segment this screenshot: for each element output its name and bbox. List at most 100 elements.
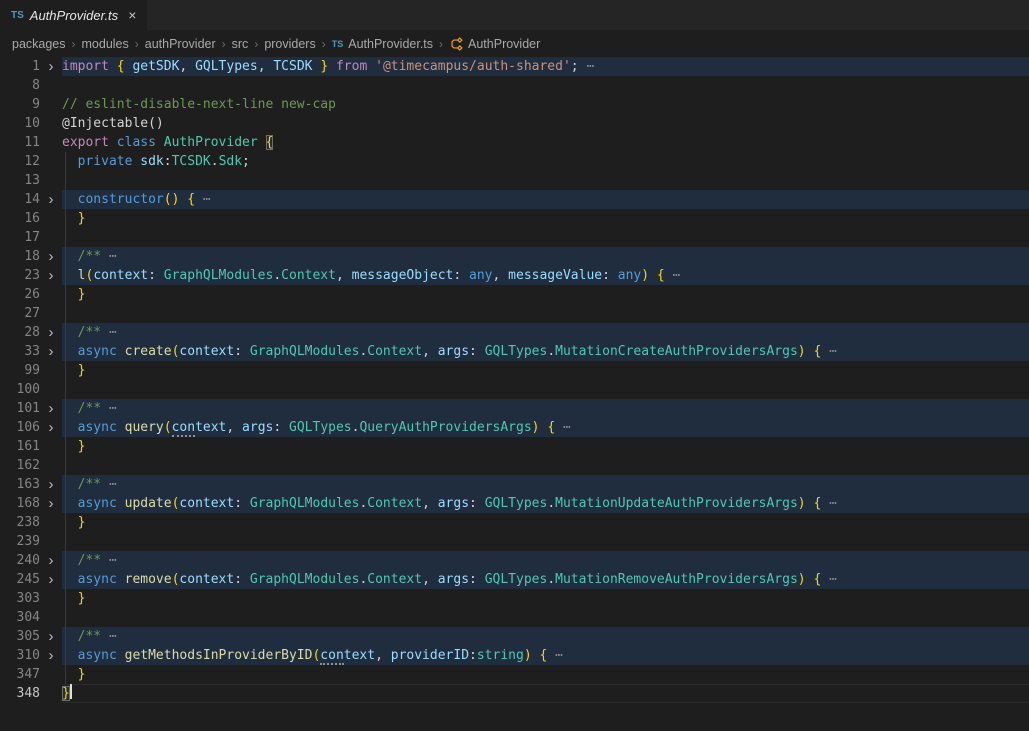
gutter: 28› — [0, 323, 62, 342]
code-content[interactable]: @Injectable() — [62, 114, 1029, 133]
code-content[interactable]: export class AuthProvider { — [62, 133, 1029, 152]
line-number: 14 — [0, 190, 40, 209]
gutter: 348 — [0, 684, 62, 703]
code-content[interactable] — [62, 228, 1029, 247]
code-content[interactable]: /** ⋯ — [62, 399, 1029, 418]
code-line-163: 163› /** ⋯ — [0, 475, 1029, 494]
fold-spacer — [40, 95, 62, 114]
fold-chevron-icon[interactable]: › — [40, 646, 62, 665]
code-content[interactable]: /** ⋯ — [62, 323, 1029, 342]
code-content[interactable]: /** ⋯ — [62, 551, 1029, 570]
line-number: 23 — [0, 266, 40, 285]
code-content[interactable]: } — [62, 285, 1029, 304]
breadcrumb-item-authprovider-ts[interactable]: TSAuthProvider.ts — [332, 37, 433, 51]
code-content[interactable] — [62, 76, 1029, 95]
breadcrumb-separator: › — [254, 37, 258, 51]
code-line-168: 168› async update(context: GraphQLModule… — [0, 494, 1029, 513]
code-content[interactable]: } — [62, 513, 1029, 532]
breadcrumb-label: packages — [12, 37, 66, 51]
line-number: 1 — [0, 57, 40, 76]
fold-spacer — [40, 304, 62, 323]
code-line-13: 13 — [0, 171, 1029, 190]
fold-chevron-icon[interactable]: › — [40, 551, 62, 570]
fold-chevron-icon[interactable]: › — [40, 266, 62, 285]
line-number: 8 — [0, 76, 40, 95]
gutter: 33› — [0, 342, 62, 361]
code-content[interactable]: /** ⋯ — [62, 627, 1029, 646]
code-line-17: 17 — [0, 228, 1029, 247]
breadcrumb-label: providers — [264, 37, 315, 51]
fold-chevron-icon[interactable]: › — [40, 323, 62, 342]
gutter: 9 — [0, 95, 62, 114]
fold-chevron-icon[interactable]: › — [40, 475, 62, 494]
line-number: 348 — [0, 684, 40, 703]
code-content[interactable]: // eslint-disable-next-line new-cap — [62, 95, 1029, 114]
breadcrumb-item-authprovider[interactable]: authProvider — [145, 37, 216, 51]
breadcrumb-item-packages[interactable]: packages — [12, 37, 66, 51]
line-number: 17 — [0, 228, 40, 247]
gutter: 1› — [0, 57, 62, 76]
code-content[interactable]: } — [62, 589, 1029, 608]
breadcrumb-item-authprovider[interactable]: AuthProvider — [449, 37, 540, 51]
gutter: 238 — [0, 513, 62, 532]
code-content[interactable]: async getMethodsInProviderByID(context, … — [62, 646, 1029, 665]
line-number: 9 — [0, 95, 40, 114]
code-content[interactable]: constructor() { ⋯ — [62, 190, 1029, 209]
code-content[interactable]: l(context: GraphQLModules.Context, messa… — [62, 266, 1029, 285]
fold-spacer — [40, 114, 62, 133]
fold-chevron-icon[interactable]: › — [40, 494, 62, 513]
gutter: 305› — [0, 627, 62, 646]
fold-spacer — [40, 513, 62, 532]
line-number: 27 — [0, 304, 40, 323]
code-line-304: 304 — [0, 608, 1029, 627]
code-content[interactable]: async update(context: GraphQLModules.Con… — [62, 494, 1029, 513]
code-content[interactable] — [62, 171, 1029, 190]
close-icon[interactable]: × — [128, 8, 136, 22]
fold-chevron-icon[interactable]: › — [40, 418, 62, 437]
fold-chevron-icon[interactable]: › — [40, 570, 62, 589]
code-line-99: 99 } — [0, 361, 1029, 380]
code-content[interactable]: async query(context, args: GQLTypes.Quer… — [62, 418, 1029, 437]
code-content[interactable]: /** ⋯ — [62, 247, 1029, 266]
gutter: 303 — [0, 589, 62, 608]
code-content[interactable]: } — [62, 209, 1029, 228]
fold-chevron-icon[interactable]: › — [40, 627, 62, 646]
breadcrumb-item-src[interactable]: src — [232, 37, 249, 51]
code-content[interactable]: } — [62, 684, 1029, 703]
breadcrumb-item-modules[interactable]: modules — [82, 37, 129, 51]
fold-spacer — [40, 589, 62, 608]
gutter: 245› — [0, 570, 62, 589]
breadcrumb-separator: › — [322, 37, 326, 51]
breadcrumb-item-providers[interactable]: providers — [264, 37, 315, 51]
code-line-14: 14› constructor() { ⋯ — [0, 190, 1029, 209]
tab-title: AuthProvider.ts — [30, 8, 118, 23]
fold-chevron-icon[interactable]: › — [40, 190, 62, 209]
code-content[interactable] — [62, 304, 1029, 323]
code-content[interactable] — [62, 532, 1029, 551]
code-line-162: 162 — [0, 456, 1029, 475]
ts-file-icon: TS — [332, 39, 344, 49]
code-content[interactable] — [62, 456, 1029, 475]
code-content[interactable]: async remove(context: GraphQLModules.Con… — [62, 570, 1029, 589]
code-content[interactable]: import { getSDK, GQLTypes, TCSDK } from … — [62, 57, 1029, 76]
code-content[interactable]: private sdk:TCSDK.Sdk; — [62, 152, 1029, 171]
fold-chevron-icon[interactable]: › — [40, 57, 62, 76]
fold-spacer — [40, 361, 62, 380]
fold-chevron-icon[interactable]: › — [40, 399, 62, 418]
line-number: 99 — [0, 361, 40, 380]
class-symbol-icon — [449, 37, 463, 51]
code-content[interactable] — [62, 380, 1029, 399]
code-line-238: 238 } — [0, 513, 1029, 532]
fold-chevron-icon[interactable]: › — [40, 247, 62, 266]
code-content[interactable]: } — [62, 361, 1029, 380]
code-content[interactable]: } — [62, 665, 1029, 684]
fold-chevron-icon[interactable]: › — [40, 342, 62, 361]
code-content[interactable] — [62, 608, 1029, 627]
code-content[interactable]: } — [62, 437, 1029, 456]
code-content[interactable]: /** ⋯ — [62, 475, 1029, 494]
code-line-101: 101› /** ⋯ — [0, 399, 1029, 418]
line-number: 161 — [0, 437, 40, 456]
code-content[interactable]: async create(context: GraphQLModules.Con… — [62, 342, 1029, 361]
ts-file-icon: TS — [11, 10, 24, 21]
tab-authprovider[interactable]: TS AuthProvider.ts × — [0, 0, 148, 30]
